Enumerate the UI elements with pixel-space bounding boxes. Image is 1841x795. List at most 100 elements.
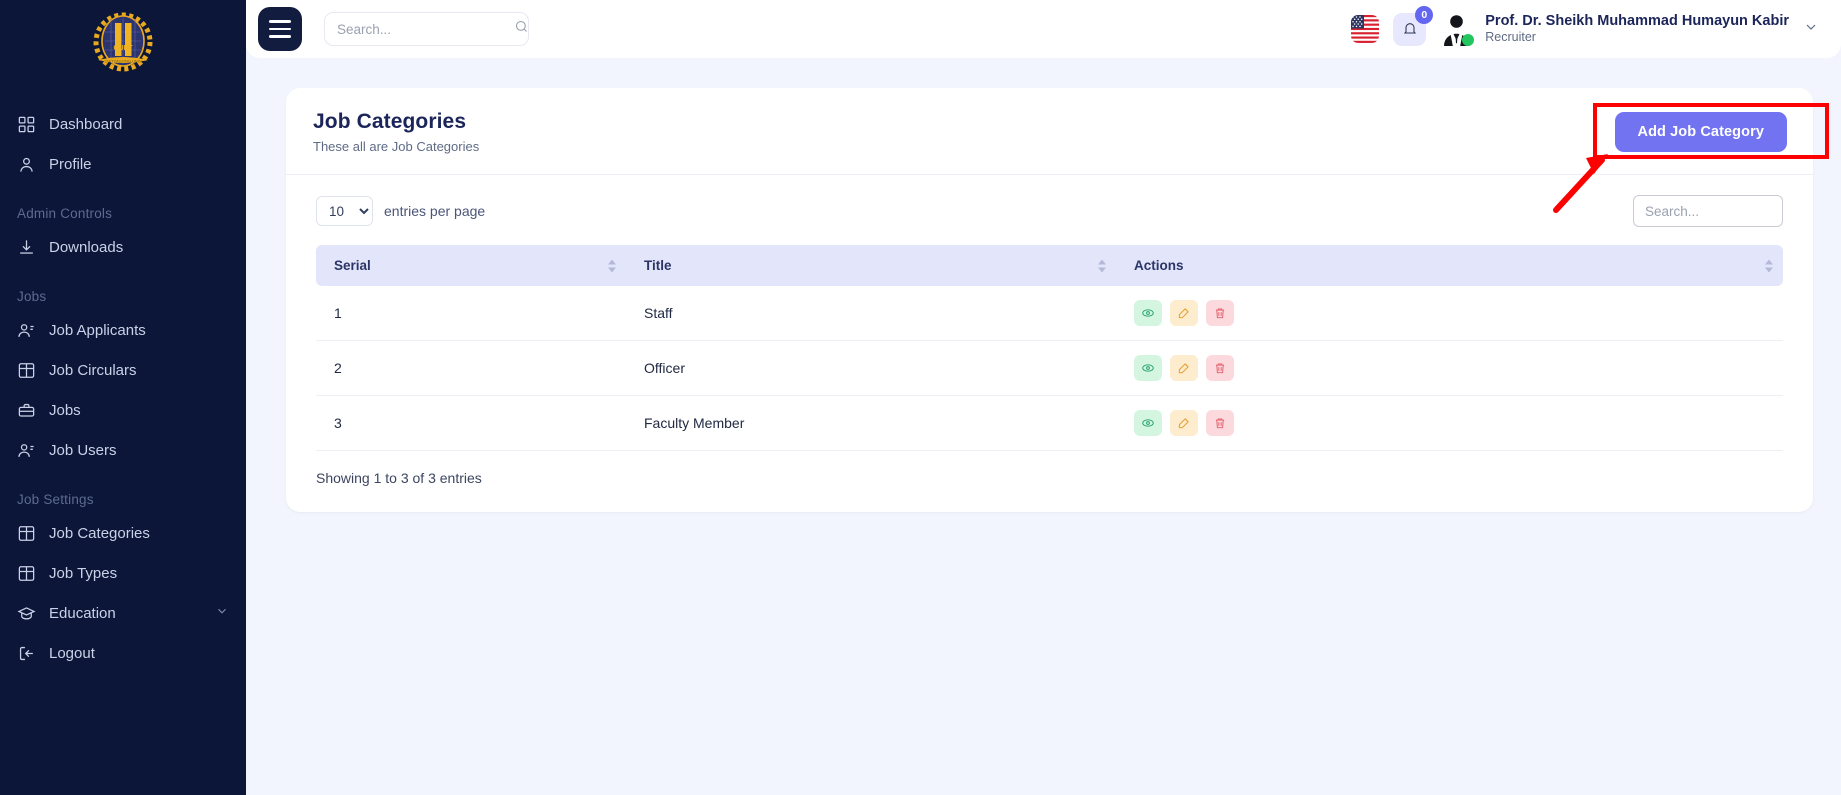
page-title: Job Categories <box>313 110 479 134</box>
app-root: CUET CHITTAGONG UNIV Dashboard Profile Adm… <box>0 0 1841 795</box>
delete-button[interactable] <box>1206 355 1234 381</box>
graduation-cap-icon <box>17 604 36 623</box>
global-search[interactable] <box>324 12 529 46</box>
sidebar-item-dashboard[interactable]: Dashboard <box>0 104 246 144</box>
cell-title: Faculty Member <box>626 396 1116 451</box>
svg-text:CHITTAGONG UNIV: CHITTAGONG UNIV <box>104 59 141 64</box>
view-button[interactable] <box>1134 300 1162 326</box>
table-row: 2Officer <box>316 341 1783 396</box>
entries-per-page-select[interactable]: 102550100 <box>316 196 373 226</box>
entries-per-page-label: entries per page <box>384 203 485 219</box>
cell-title: Officer <box>626 341 1116 396</box>
us-flag-icon[interactable] <box>1351 15 1379 43</box>
table-search-input[interactable] <box>1633 195 1783 227</box>
notification-badge: 0 <box>1415 6 1433 24</box>
edit-button[interactable] <box>1170 355 1198 381</box>
sidebar-item-label: Job Applicants <box>49 322 146 339</box>
sidebar-item-profile[interactable]: Profile <box>0 144 246 184</box>
global-search-input[interactable] <box>337 22 514 37</box>
sidebar-item-label: Job Categories <box>49 525 150 542</box>
job-categories-card: Job Categories These all are Job Categor… <box>286 88 1813 512</box>
sidebar-group-label: Jobs <box>0 289 246 304</box>
cell-title: Staff <box>626 286 1116 341</box>
column-header-title-label: Title <box>644 258 672 273</box>
burger-line <box>269 20 291 23</box>
users-icon <box>17 321 36 340</box>
view-icon <box>1141 306 1155 320</box>
sidebar-group-label: Job Settings <box>0 492 246 507</box>
page-subtitle: These all are Job Categories <box>313 139 479 154</box>
user-info[interactable]: Prof. Dr. Sheikh Muhammad Humayun Kabir … <box>1485 12 1789 46</box>
table-icon <box>17 564 36 583</box>
card-body: 102550100 entries per page Serial <box>286 175 1813 512</box>
sidebar-item-job-users[interactable]: Job Users <box>0 430 246 470</box>
grid-icon <box>17 115 36 134</box>
view-button[interactable] <box>1134 355 1162 381</box>
user-icon <box>17 155 36 174</box>
delete-icon <box>1213 361 1227 375</box>
briefcase-icon <box>17 401 36 420</box>
sort-icon <box>1765 259 1773 272</box>
logo-wrap[interactable]: CUET CHITTAGONG UNIV <box>0 0 246 92</box>
users-icon <box>17 441 36 460</box>
logout-icon <box>17 644 36 663</box>
showing-entries-text: Showing 1 to 3 of 3 entries <box>316 451 1783 486</box>
user-role: Recruiter <box>1485 30 1789 46</box>
add-job-category-button[interactable]: Add Job Category <box>1615 112 1787 152</box>
row-actions <box>1134 410 1765 436</box>
sidebar-item-logout[interactable]: Logout <box>0 633 246 673</box>
sidebar-item-downloads[interactable]: Downloads <box>0 227 246 267</box>
edit-button[interactable] <box>1170 300 1198 326</box>
table-controls: 102550100 entries per page <box>316 195 1783 227</box>
delete-button[interactable] <box>1206 410 1234 436</box>
column-header-title[interactable]: Title <box>626 245 1116 286</box>
edit-icon <box>1177 306 1191 320</box>
sidebar-item-label: Education <box>49 605 116 622</box>
table-icon <box>17 524 36 543</box>
column-header-serial[interactable]: Serial <box>316 245 626 286</box>
sort-icon <box>1098 259 1106 272</box>
view-icon <box>1141 361 1155 375</box>
sidebar-item-job-circulars[interactable]: Job Circulars <box>0 350 246 390</box>
online-status-dot <box>1462 34 1474 46</box>
sidebar-item-label: Downloads <box>49 239 123 256</box>
table-row: 1Staff <box>316 286 1783 341</box>
svg-text:CUET: CUET <box>113 45 133 52</box>
delete-button[interactable] <box>1206 300 1234 326</box>
avatar[interactable] <box>1440 13 1473 46</box>
sidebar-group-label: Admin Controls <box>0 206 246 221</box>
sidebar-item-label: Job Users <box>49 442 117 459</box>
sidebar-item-jobs[interactable]: Jobs <box>0 390 246 430</box>
column-header-actions[interactable]: Actions <box>1116 245 1783 286</box>
view-button[interactable] <box>1134 410 1162 436</box>
bell-icon <box>1402 21 1418 37</box>
sort-icon <box>608 259 616 272</box>
chevron-down-icon[interactable] <box>215 604 229 622</box>
grid-icon <box>17 115 36 134</box>
cell-actions <box>1116 341 1783 396</box>
edit-button[interactable] <box>1170 410 1198 436</box>
topbar: 0 Prof. Dr. Sheikh Muhammad Humayun Kabi… <box>246 0 1841 58</box>
sidebar-item-job-types[interactable]: Job Types <box>0 553 246 593</box>
sidebar-item-label: Dashboard <box>49 116 122 133</box>
sidebar-item-job-applicants[interactable]: Job Applicants <box>0 310 246 350</box>
sidebar-item-education[interactable]: Education <box>0 593 246 633</box>
table-header-row: Serial Title Actions <box>316 245 1783 286</box>
download-icon <box>17 238 36 257</box>
notifications-button[interactable]: 0 <box>1393 13 1426 46</box>
burger-line <box>269 28 291 31</box>
row-actions <box>1134 300 1765 326</box>
table-icon <box>17 361 36 380</box>
cell-actions <box>1116 396 1783 451</box>
menu-toggle-button[interactable] <box>258 7 302 51</box>
users-icon <box>17 441 36 460</box>
job-categories-table: Serial Title Actions <box>316 245 1783 451</box>
sidebar-item-job-categories[interactable]: Job Categories <box>0 513 246 553</box>
cell-serial: 2 <box>316 341 626 396</box>
table-head: Serial Title Actions <box>316 245 1783 286</box>
delete-icon <box>1213 416 1227 430</box>
edit-icon <box>1177 361 1191 375</box>
chevron-down-icon[interactable] <box>1803 19 1819 40</box>
sidebar-item-label: Profile <box>49 156 92 173</box>
download-icon <box>17 238 36 257</box>
